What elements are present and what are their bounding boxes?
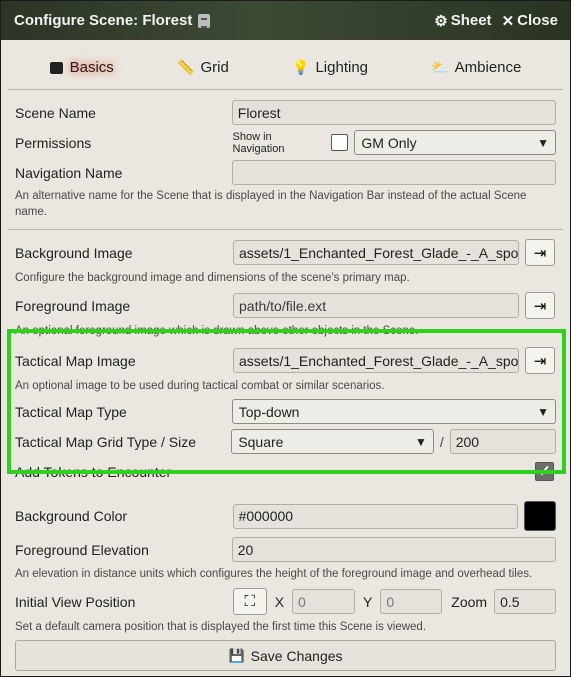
scene-name-row: Scene Name Florest	[8, 100, 563, 125]
foreground-elevation-hint: An elevation in distance units which con…	[15, 568, 533, 580]
zoom-input[interactable]: 0.5	[494, 589, 556, 614]
scene-name-label: Scene Name	[15, 104, 96, 121]
tab-lighting-label: Lighting	[315, 59, 368, 76]
background-file-picker-button[interactable]: ⇥	[525, 239, 555, 266]
tactical-map-image-hint: An optional image to be used during tact…	[15, 380, 385, 392]
save-changes-button[interactable]: 💾 Save Changes	[15, 640, 556, 671]
tactical-map-image-row: Tactical Map Image assets/1_Enchanted_Fo…	[8, 347, 563, 374]
close-button[interactable]: ✕ Close	[502, 12, 558, 30]
background-image-hint: Configure the background image and dimen…	[15, 272, 410, 284]
foreground-image-label: Foreground Image	[15, 297, 131, 314]
foreground-elevation-label: Foreground Elevation	[15, 541, 149, 558]
window-title: Configure Scene: Florest	[14, 12, 193, 29]
tactical-map-image-input[interactable]: assets/1_Enchanted_Forest_Glade_-_A_spot…	[233, 348, 519, 373]
tactical-grid-label: Tactical Map Grid Type / Size	[15, 433, 197, 450]
section-divider	[8, 229, 563, 230]
navigation-name-row: Navigation Name	[8, 160, 563, 185]
tab-grid-label: Grid	[200, 59, 229, 76]
background-image-row: Background Image assets/1_Enchanted_Fore…	[8, 239, 563, 266]
tactical-grid-row: Tactical Map Grid Type / Size Square ▼ /…	[8, 429, 563, 454]
permissions-label: Permissions	[15, 134, 92, 151]
color-picker-swatch[interactable]	[524, 501, 556, 531]
grid-size-input[interactable]: 200	[449, 429, 556, 454]
navigation-name-input[interactable]	[231, 160, 556, 185]
lightbulb-icon: 💡	[292, 59, 310, 75]
tab-lighting[interactable]: 💡 Lighting	[292, 59, 368, 76]
view-x-label: X	[274, 593, 285, 610]
add-tokens-row: Add Tokens to Encounter ✓	[8, 459, 563, 484]
show-in-navigation-label: Show in Navigation	[232, 130, 285, 155]
initial-view-label: Initial View Position	[15, 593, 136, 610]
foreground-elevation-input[interactable]: 20	[231, 537, 556, 562]
file-import-icon: ⇥	[533, 352, 547, 370]
tactical-map-type-row: Tactical Map Type Top-down ▼	[8, 399, 563, 424]
navigation-name-hint: An alternative name for the Scene that i…	[15, 190, 527, 218]
add-tokens-label: Add Tokens to Encounter	[15, 463, 172, 480]
scene-config-window: Configure Scene: Florest ⚙ Sheet ✕ Close…	[0, 0, 571, 677]
view-y-input[interactable]: 0	[380, 589, 443, 614]
permissions-select-value: GM Only	[361, 134, 417, 151]
tab-ambience[interactable]: ⛅ Ambience	[431, 59, 521, 76]
close-button-label: Close	[517, 12, 558, 29]
view-x-input[interactable]: 0	[292, 589, 355, 614]
chevron-down-icon: ▼	[414, 434, 427, 449]
foreground-file-picker-button[interactable]: ⇥	[525, 292, 555, 319]
crop-icon: ⛶	[244, 593, 255, 610]
gear-icon: ⚙	[434, 12, 448, 30]
sheet-button-label: Sheet	[450, 12, 492, 29]
tab-basics[interactable]: Basics	[49, 59, 114, 76]
grid-separator: /	[439, 433, 444, 450]
foreground-elevation-row: Foreground Elevation 20	[8, 537, 563, 562]
save-changes-label: Save Changes	[250, 647, 343, 664]
view-y-label: Y	[362, 593, 373, 610]
chevron-down-icon: ▼	[537, 135, 549, 150]
file-import-icon: ⇥	[533, 244, 547, 262]
navigation-name-label: Navigation Name	[15, 164, 123, 181]
initial-view-hint: Set a default camera position that is di…	[15, 621, 427, 633]
window-title-wrap: Configure Scene: Florest	[14, 12, 424, 29]
initial-view-row: Initial View Position ⛶ X 0 Y 0 Zoom 0.5	[8, 588, 563, 615]
grid-type-select[interactable]: Square ▼	[231, 429, 434, 454]
window-titlebar[interactable]: Configure Scene: Florest ⚙ Sheet ✕ Close	[1, 1, 570, 40]
chevron-down-icon: ▼	[537, 404, 549, 419]
cloud-sun-icon: ⛅	[431, 59, 449, 75]
image-icon	[49, 61, 63, 74]
background-color-row: Background Color #000000	[8, 501, 563, 531]
tactical-map-type-value: Top-down	[238, 403, 300, 420]
grid-type-value: Square	[238, 433, 284, 450]
background-color-label: Background Color	[15, 508, 128, 524]
tab-ambience-label: Ambience	[454, 59, 522, 76]
save-icon: 💾	[228, 647, 245, 663]
tab-bar: Basics 📏 Grid 💡 Lighting ⛅ Ambience	[8, 46, 563, 90]
foreground-image-row: Foreground Image path/to/file.ext ⇥	[8, 292, 563, 319]
foreground-image-hint: An optional foreground image which is dr…	[15, 325, 419, 337]
tactical-map-type-label: Tactical Map Type	[15, 403, 127, 420]
tactical-file-picker-button[interactable]: ⇥	[525, 347, 555, 374]
capture-view-button[interactable]: ⛶	[232, 588, 267, 615]
close-icon: ✕	[501, 12, 515, 30]
permissions-row: Permissions Show in Navigation GM Only ▼	[8, 130, 563, 155]
foreground-image-input[interactable]: path/to/file.ext	[233, 293, 519, 318]
document-id-icon[interactable]	[198, 13, 211, 28]
show-in-navigation-checkbox[interactable]	[331, 134, 349, 151]
background-image-input[interactable]: assets/1_Enchanted_Forest_Glade_-_A_spot…	[233, 240, 519, 265]
tactical-map-image-label: Tactical Map Image	[15, 352, 136, 369]
sheet-content: Basics 📏 Grid 💡 Lighting ⛅ Ambience Scen…	[1, 40, 570, 671]
tab-grid[interactable]: 📏 Grid	[177, 59, 229, 76]
add-tokens-checkbox[interactable]: ✓	[535, 462, 554, 481]
ruler-icon: 📏	[177, 59, 195, 75]
background-image-label: Background Image	[15, 244, 133, 261]
scene-name-input[interactable]: Florest	[231, 100, 556, 125]
file-import-icon: ⇥	[533, 297, 547, 315]
sheet-button[interactable]: ⚙ Sheet	[434, 12, 491, 30]
zoom-label: Zoom	[451, 593, 488, 610]
tab-basics-label: Basics	[69, 59, 114, 76]
permissions-select[interactable]: GM Only ▼	[354, 130, 556, 155]
background-color-input[interactable]: #000000	[232, 503, 519, 529]
tactical-map-type-select[interactable]: Top-down ▼	[231, 399, 556, 424]
